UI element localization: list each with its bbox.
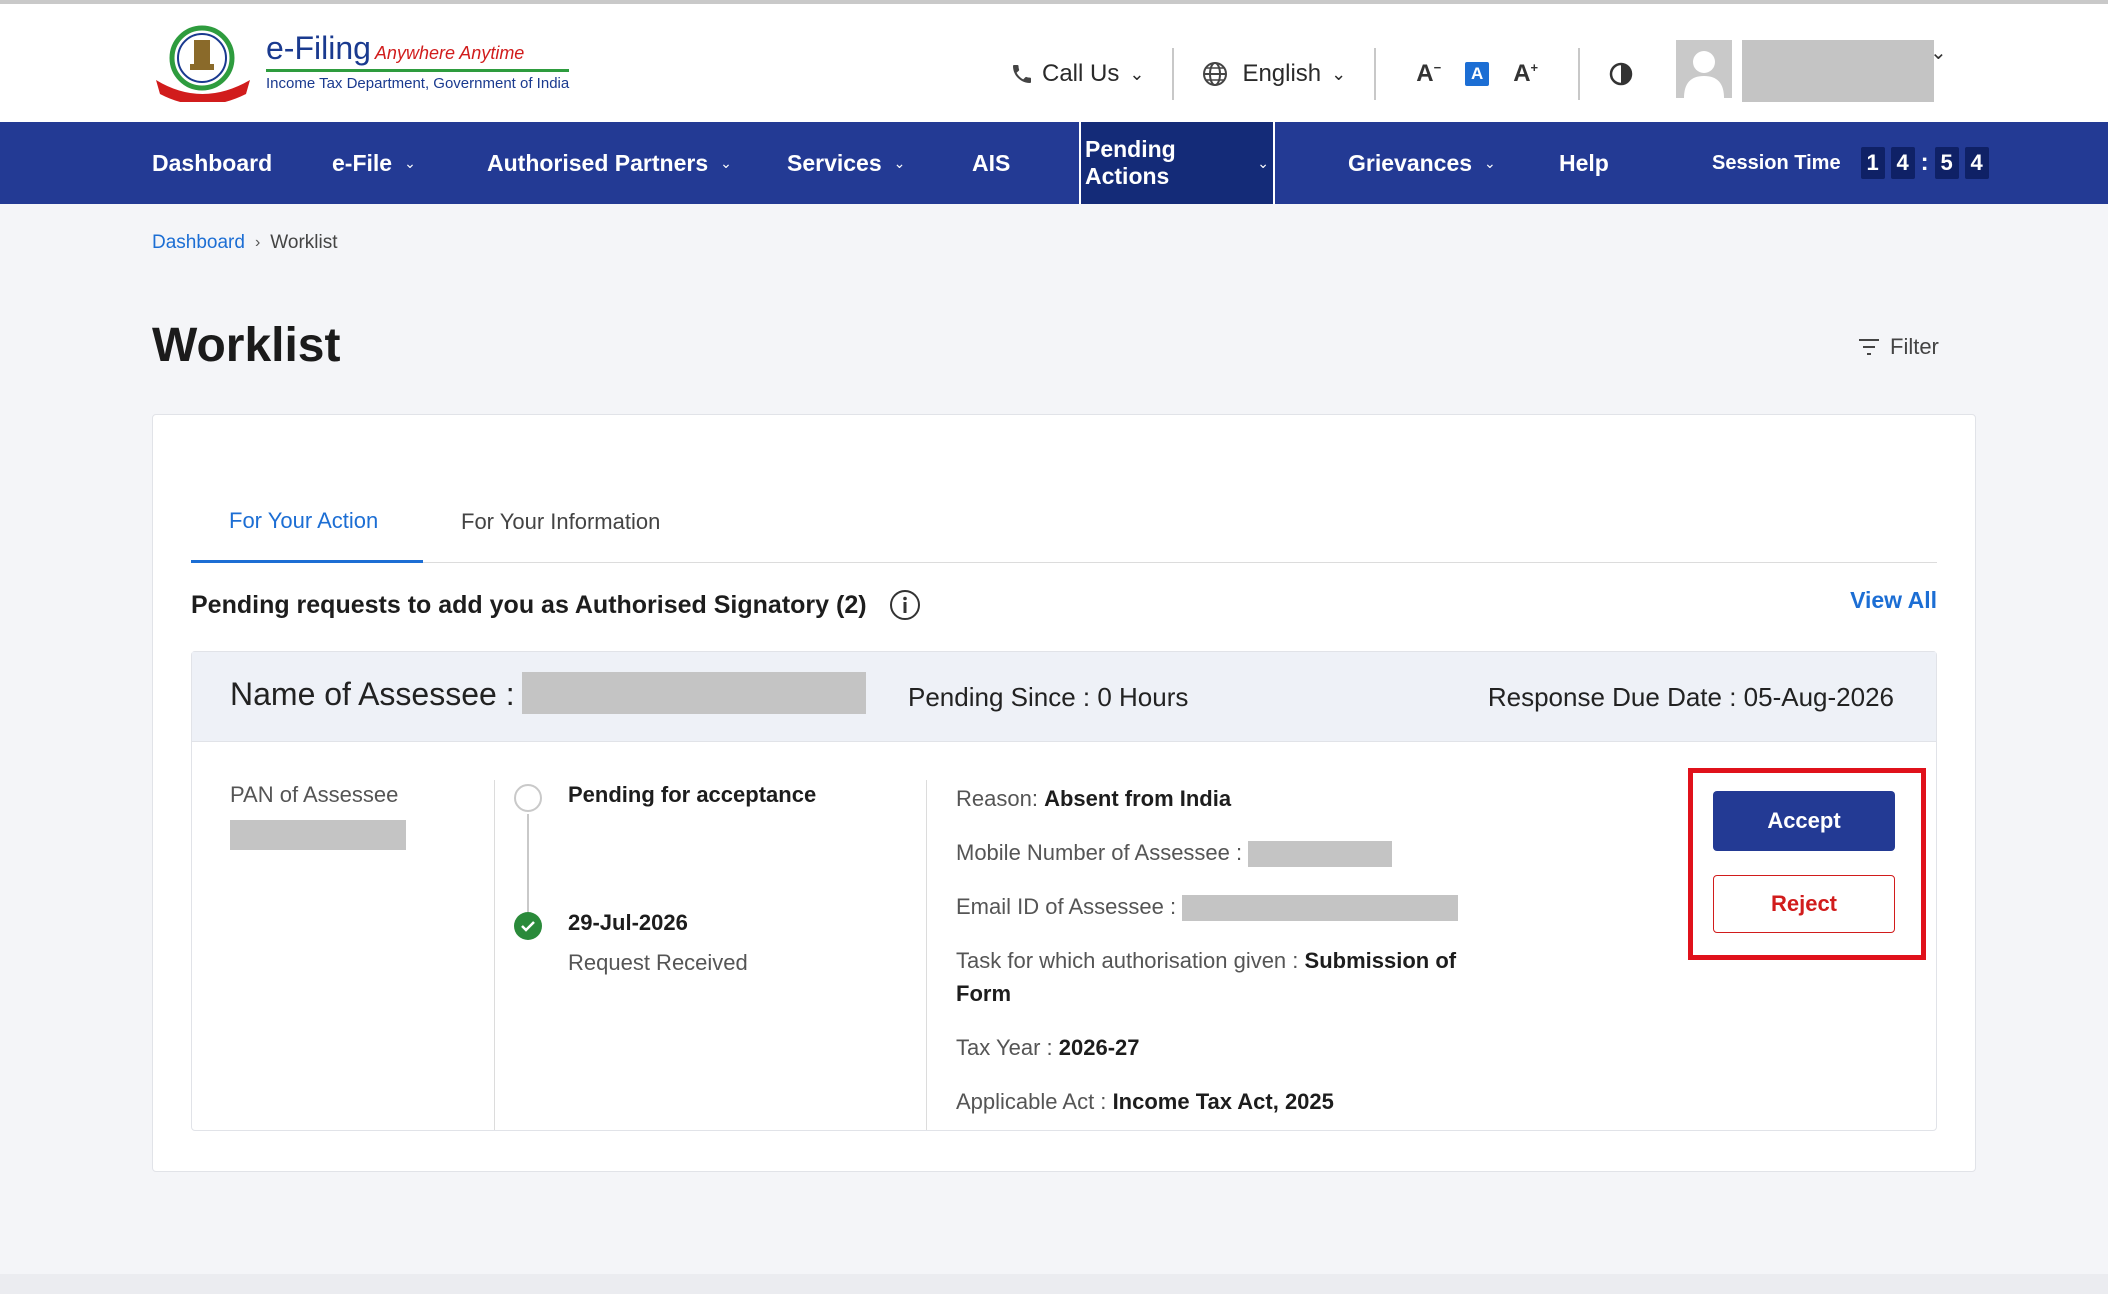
- call-us-label: Call Us: [1042, 60, 1120, 87]
- breadcrumb-dashboard-link[interactable]: Dashboard: [152, 232, 245, 254]
- check-icon: [514, 912, 542, 940]
- response-due-date: Response Due Date : 05-Aug-2026: [1487, 682, 1894, 712]
- font-decrease-button[interactable]: A−: [1416, 60, 1441, 88]
- chevron-down-icon: ⌄: [1257, 154, 1269, 171]
- email-row: Email ID of Assessee :: [956, 890, 1496, 923]
- main-nav: Dashboard e-File ⌄ Authorised Partners ⌄ S…: [0, 122, 2108, 204]
- mobile-row: Mobile Number of Assessee :: [956, 836, 1496, 869]
- call-us-dropdown[interactable]: Call Us ⌄: [1010, 60, 1144, 88]
- session-digit: 5: [1934, 147, 1959, 179]
- session-digit: 1: [1860, 147, 1885, 179]
- chevron-down-icon: ⌄: [404, 154, 416, 171]
- request-header: Name of Assessee : Pending Since : 0 Hou…: [192, 652, 1936, 742]
- phone-icon: [1013, 65, 1031, 83]
- font-increase-button[interactable]: A+: [1513, 60, 1538, 88]
- reject-button[interactable]: Reject: [1713, 875, 1895, 933]
- nav-grievances[interactable]: Grievances ⌄: [1348, 122, 1496, 204]
- mobile-redacted: [1248, 841, 1393, 868]
- nav-authorised-partners[interactable]: Authorised Partners ⌄: [487, 122, 732, 204]
- pending-step-circle: [514, 784, 542, 812]
- assessee-name-label: Name of Assessee :: [230, 676, 515, 712]
- divider: [926, 780, 927, 1130]
- reason-value: Absent from India: [1044, 786, 1232, 811]
- tab-for-your-action[interactable]: For Your Action: [191, 481, 423, 563]
- worklist-tabs: For Your Action For Your Information: [191, 481, 1937, 563]
- breadcrumb-current: Worklist: [270, 232, 338, 253]
- divider: [1172, 48, 1175, 100]
- breadcrumb: Dashboard › Worklist: [152, 232, 338, 254]
- view-all-link[interactable]: View All: [1850, 587, 1937, 614]
- assessee-name-redacted: [522, 672, 866, 714]
- section-title-text: Pending requests to add you as Authorise…: [191, 590, 867, 619]
- chevron-right-icon: ›: [254, 234, 261, 251]
- tab-for-your-information[interactable]: For Your Information: [461, 481, 660, 563]
- action-buttons-highlight: Accept Reject: [1688, 768, 1926, 960]
- footer-strip: [0, 1274, 2108, 1294]
- filter-button[interactable]: Filter: [1858, 334, 1939, 360]
- applicable-act-row: Applicable Act : Income Tax Act, 2025: [956, 1089, 1334, 1114]
- request-details: Reason: Absent from India Mobile Number …: [956, 782, 1496, 1139]
- nav-dashboard[interactable]: Dashboard: [152, 122, 272, 204]
- top-header: e-Filing Anywhere Anytime Income Tax Depa…: [0, 0, 2108, 122]
- reason-row: Reason: Absent from India: [956, 786, 1232, 811]
- header-tools: Call Us ⌄ English ⌄ A− A A+: [1010, 44, 1634, 104]
- pan-label: PAN of Assessee: [230, 782, 399, 807]
- session-digit: 4: [1964, 147, 1989, 179]
- session-label: Session Time: [1712, 151, 1841, 174]
- divider: [1374, 48, 1377, 100]
- tax-year-value: 2026-27: [1058, 1035, 1140, 1060]
- logo-title: e-Filing: [266, 30, 371, 66]
- page-title: Worklist: [152, 319, 341, 372]
- chevron-down-icon: ⌄: [1331, 63, 1347, 84]
- nav-ais[interactable]: AIS: [972, 122, 1010, 204]
- chevron-down-icon: ⌄: [893, 154, 906, 171]
- accept-button[interactable]: Accept: [1713, 791, 1895, 851]
- session-colon: :: [1920, 149, 1929, 176]
- emblem-logo: [150, 24, 260, 105]
- contrast-icon[interactable]: [1608, 61, 1634, 87]
- chevron-down-icon[interactable]: ⌄: [1930, 40, 1947, 65]
- pan-column: PAN of Assessee: [230, 782, 406, 850]
- section-title: Pending requests to add you as Authorise…: [191, 589, 921, 621]
- nav-pending-actions[interactable]: Pending Actions ⌄: [1079, 122, 1275, 204]
- language-label: English: [1242, 60, 1322, 87]
- email-redacted: [1182, 895, 1459, 922]
- timeline-connector: [527, 814, 529, 912]
- filter-icon: [1859, 339, 1879, 355]
- divider: [1578, 48, 1581, 100]
- info-icon[interactable]: [889, 589, 921, 621]
- nav-efile[interactable]: e-File ⌄: [332, 122, 416, 204]
- session-digit: 4: [1890, 147, 1915, 179]
- tax-year-row: Tax Year : 2026-27: [956, 1035, 1140, 1060]
- applicable-act-value: Income Tax Act, 2025: [1112, 1089, 1334, 1114]
- chevron-down-icon: ⌄: [1484, 154, 1496, 171]
- task-row: Task for which authorisation given : Sub…: [956, 948, 1457, 1006]
- pending-since: Pending Since : 0 Hours: [908, 682, 1189, 712]
- filter-label: Filter: [1890, 334, 1939, 359]
- logo-tagline: Anywhere Anytime: [374, 43, 525, 63]
- font-normal-button[interactable]: A: [1465, 62, 1490, 86]
- received-label: Request Received: [568, 950, 748, 975]
- logo-subtitle: Income Tax Department, Government of Ind…: [266, 69, 570, 92]
- globe-icon: [1203, 62, 1228, 86]
- nav-help[interactable]: Help: [1559, 122, 1609, 204]
- pan-redacted: [230, 820, 406, 850]
- divider: [494, 780, 495, 1130]
- user-name-redacted[interactable]: [1742, 40, 1934, 102]
- nav-services[interactable]: Services ⌄: [787, 122, 905, 204]
- request-card: Name of Assessee : Pending Since : 0 Hou…: [191, 651, 1937, 1131]
- status-pending-text: Pending for acceptance: [568, 782, 817, 807]
- chevron-down-icon: ⌄: [720, 154, 732, 171]
- language-dropdown[interactable]: English ⌄: [1202, 60, 1346, 88]
- efiling-logo[interactable]: e-Filing Anywhere Anytime Income Tax Depa…: [150, 24, 570, 105]
- chevron-down-icon: ⌄: [1129, 63, 1145, 84]
- received-date: 29-Jul-2026: [568, 910, 688, 935]
- session-timer: Session Time 1 4 : 5 4: [1712, 122, 1989, 204]
- avatar[interactable]: [1676, 40, 1732, 98]
